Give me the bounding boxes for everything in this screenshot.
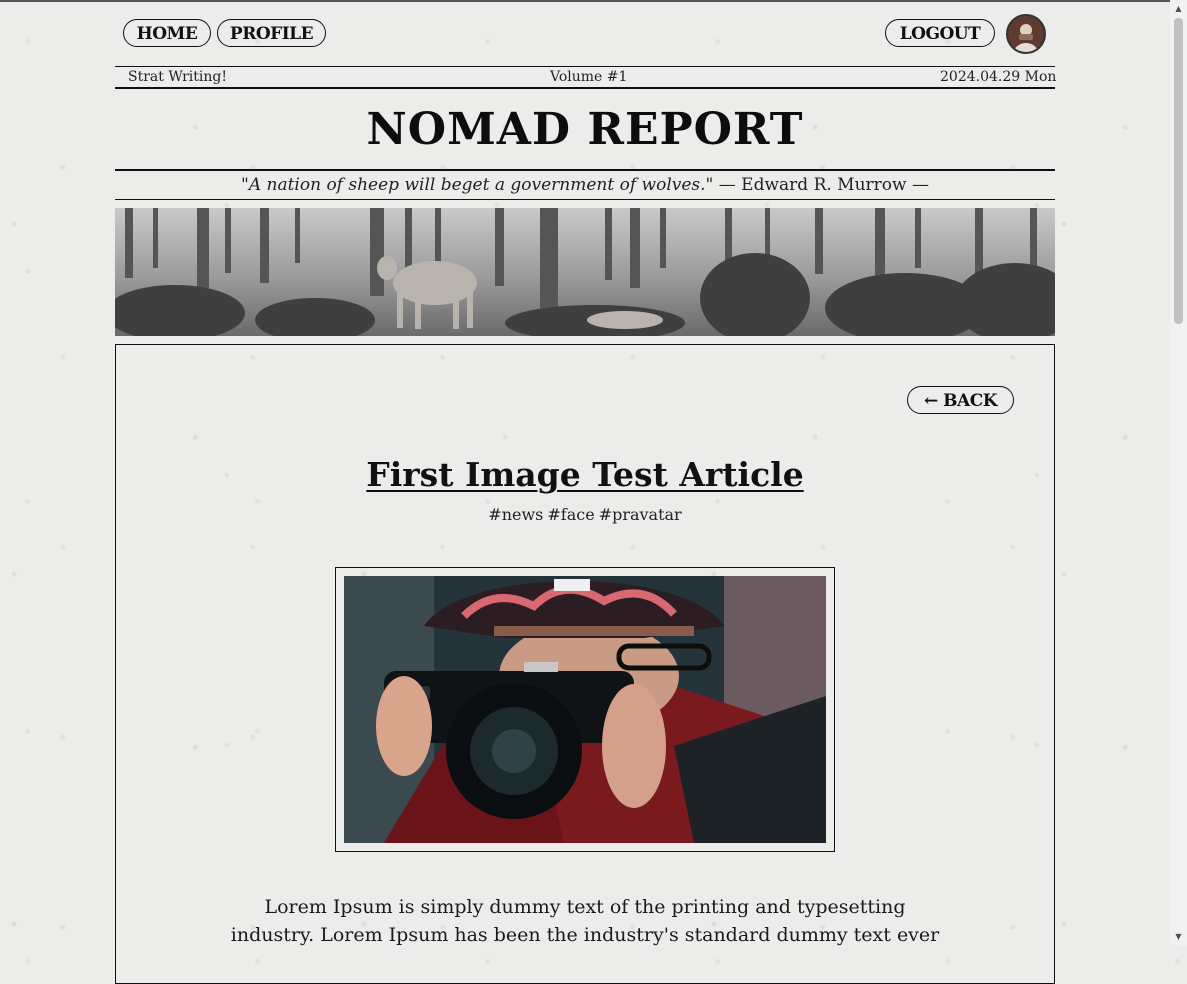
logout-button[interactable]: LOGOUT	[885, 19, 995, 47]
profile-button[interactable]: PROFILE	[217, 19, 326, 47]
chevron-up-icon[interactable]: ▲	[1170, 0, 1187, 17]
date-text: 2024.04.29 Mon	[940, 69, 1057, 85]
tag-link[interactable]: #pravatar	[599, 505, 682, 524]
user-avatar[interactable]	[1006, 14, 1046, 54]
tag-link[interactable]: #news	[488, 505, 543, 524]
quote-top-rule	[115, 169, 1055, 171]
quote-bottom-rule	[115, 199, 1055, 200]
body-paragraph-line: Lorem Ipsum is simply dummy text of the …	[264, 896, 906, 918]
meta-bottom-rule	[115, 87, 1055, 89]
chevron-down-icon[interactable]: ▼	[1170, 928, 1187, 945]
tagline-text: Strat Writing!	[128, 69, 227, 85]
back-button[interactable]: ← BACK	[907, 386, 1014, 414]
tag-link[interactable]: #face	[547, 505, 594, 524]
article-body: Lorem Ipsum is simply dummy text of the …	[230, 893, 940, 949]
scrollbar-thumb[interactable]	[1174, 18, 1183, 324]
quote-attribution: — Edward R. Murrow —	[718, 175, 929, 195]
site-title: NOMAD REPORT	[366, 104, 804, 155]
window-top-border	[0, 0, 1187, 2]
quote-text: "A nation of sheep will beget a governme…	[241, 175, 714, 195]
avatar-image	[1008, 16, 1044, 52]
article-tags: #news #face #pravatar	[115, 504, 1055, 526]
forest-banner-image	[115, 208, 1055, 336]
article-image-frame	[335, 567, 835, 852]
page-scrollbar[interactable]: ▲ ▼	[1170, 0, 1187, 945]
photographer-image	[344, 576, 826, 843]
masthead-quote: "A nation of sheep will beget a governme…	[115, 173, 1055, 197]
volume-text: Volume #1	[550, 69, 628, 85]
article-title: First Image Test Article	[366, 455, 804, 494]
home-button[interactable]: HOME	[123, 19, 211, 47]
meta-top-rule	[115, 66, 1055, 67]
